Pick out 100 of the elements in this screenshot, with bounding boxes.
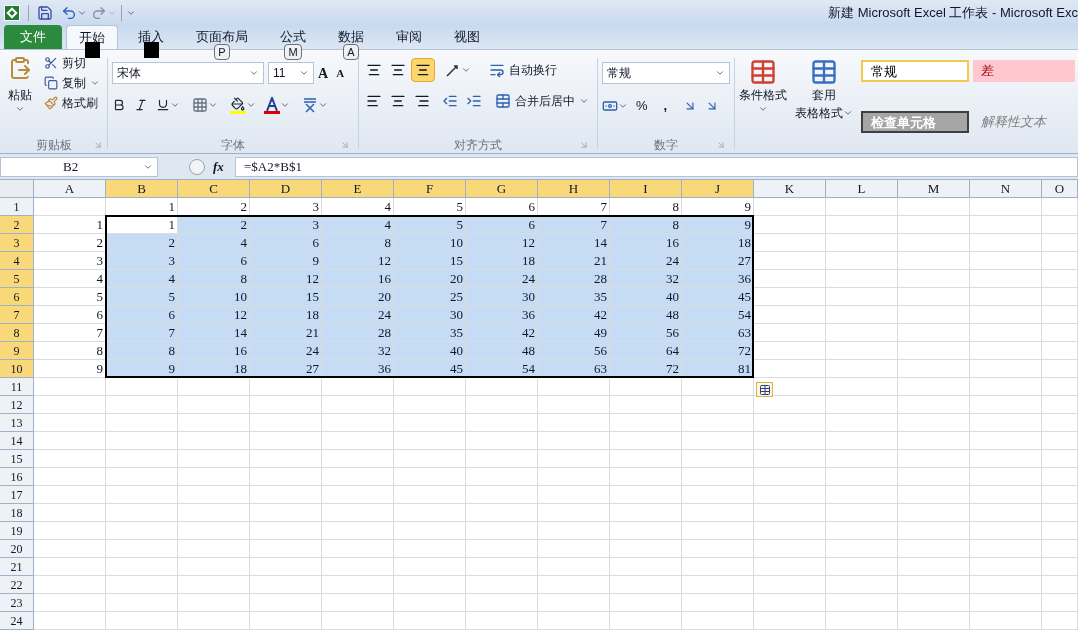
- copy-button[interactable]: 复制: [40, 74, 104, 92]
- ribbon-tab[interactable]: 审阅: [384, 25, 434, 49]
- row-header[interactable]: 22: [0, 576, 34, 594]
- splitter-handle[interactable]: [189, 158, 205, 175]
- row-header[interactable]: 5: [0, 270, 34, 288]
- table-cell: 12: [178, 306, 250, 324]
- cell-style-button[interactable]: 解释性文本: [973, 110, 1075, 133]
- column-header[interactable]: G: [466, 180, 538, 198]
- row-header[interactable]: 3: [0, 234, 34, 252]
- column-header[interactable]: I: [610, 180, 682, 198]
- cell-style-button[interactable]: 常规: [861, 60, 969, 82]
- borders-button[interactable]: [192, 97, 218, 113]
- wrap-text-button[interactable]: 自动换行: [485, 61, 561, 79]
- align-center-icon: [390, 93, 406, 109]
- key-tip[interactable]: M: [284, 44, 302, 60]
- number-format-field[interactable]: 常规: [602, 62, 730, 84]
- merge-center-button[interactable]: 合并后居中: [491, 92, 593, 110]
- bold-button[interactable]: [112, 98, 126, 112]
- comma-button[interactable]: ,: [663, 96, 668, 116]
- orientation-button[interactable]: [445, 62, 471, 78]
- insert-function-button[interactable]: fx: [213, 156, 235, 177]
- paste-options-button[interactable]: [756, 382, 773, 397]
- cell-style-button[interactable]: 差: [973, 60, 1075, 82]
- save-button[interactable]: [37, 4, 53, 21]
- row-header[interactable]: 2: [0, 216, 34, 234]
- table-cell: 32: [610, 270, 682, 288]
- row-header[interactable]: 11: [0, 378, 34, 396]
- column-header[interactable]: M: [898, 180, 970, 198]
- column-header[interactable]: O: [1042, 180, 1078, 198]
- font-color-button[interactable]: [264, 96, 290, 114]
- column-header[interactable]: H: [538, 180, 610, 198]
- undo-button[interactable]: [61, 4, 87, 21]
- row-header[interactable]: 14: [0, 432, 34, 450]
- font-size-field[interactable]: 11: [268, 62, 314, 84]
- column-header[interactable]: C: [178, 180, 250, 198]
- increase-indent-icon: [466, 93, 482, 109]
- row-header[interactable]: 17: [0, 486, 34, 504]
- shrink-font-button[interactable]: A: [336, 64, 345, 82]
- fill-color-button[interactable]: [230, 96, 256, 114]
- row-header[interactable]: 21: [0, 558, 34, 576]
- key-tip[interactable]: A: [343, 44, 359, 60]
- column-header[interactable]: N: [970, 180, 1042, 198]
- column-header[interactable]: D: [250, 180, 322, 198]
- row-header[interactable]: 9: [0, 342, 34, 360]
- formula-field[interactable]: =$A2*B$1: [235, 156, 1078, 177]
- table-cell: 16: [322, 270, 394, 288]
- column-header[interactable]: L: [826, 180, 898, 198]
- column-header[interactable]: B: [106, 180, 178, 198]
- table-cell: 14: [178, 324, 250, 342]
- table-cell: 21: [250, 324, 322, 342]
- format-painter-button[interactable]: 格式刷: [40, 94, 104, 112]
- row-header[interactable]: 8: [0, 324, 34, 342]
- row-header[interactable]: 15: [0, 450, 34, 468]
- underline-button[interactable]: [156, 98, 180, 112]
- row-header[interactable]: 23: [0, 594, 34, 612]
- column-header[interactable]: A: [34, 180, 106, 198]
- table-cell: 63: [682, 324, 754, 342]
- table-cell: 54: [682, 306, 754, 324]
- table-cell: 8: [178, 270, 250, 288]
- conditional-format-button[interactable]: 条件格式: [739, 58, 787, 114]
- phonetic-guide-icon: [302, 96, 318, 114]
- file-tab[interactable]: 文件: [4, 25, 62, 49]
- align-left-icon: [366, 93, 382, 109]
- paste-button[interactable]: 粘贴: [4, 54, 36, 114]
- table-cell: 49: [538, 324, 610, 342]
- table-cell: 3: [106, 252, 178, 270]
- window-title: 新建 Microsoft Excel 工作表 - Microsoft Exc: [828, 3, 1078, 22]
- row-header[interactable]: 24: [0, 612, 34, 630]
- row-header[interactable]: 12: [0, 396, 34, 414]
- cut-button[interactable]: 剪切: [40, 54, 104, 72]
- angled-text-icon: [445, 62, 461, 78]
- row-header[interactable]: 6: [0, 288, 34, 306]
- table-cell: 12: [322, 252, 394, 270]
- name-box[interactable]: B2: [0, 156, 158, 177]
- row-header[interactable]: 18: [0, 504, 34, 522]
- column-header[interactable]: E: [322, 180, 394, 198]
- table-cell: 4: [106, 270, 178, 288]
- format-as-table-button[interactable]: 套用 表格格式: [795, 58, 853, 122]
- row-header[interactable]: 13: [0, 414, 34, 432]
- row-header[interactable]: 4: [0, 252, 34, 270]
- row-header[interactable]: 16: [0, 468, 34, 486]
- table-cell: 36: [466, 306, 538, 324]
- row-header[interactable]: 1: [0, 198, 34, 216]
- column-header[interactable]: J: [682, 180, 754, 198]
- excel-logo-icon[interactable]: [4, 4, 20, 21]
- grow-font-button[interactable]: A: [318, 62, 329, 84]
- font-name-field[interactable]: 宋体: [112, 62, 264, 84]
- row-header[interactable]: 7: [0, 306, 34, 324]
- phonetic-button[interactable]: [302, 96, 328, 114]
- percent-button[interactable]: %: [636, 96, 648, 116]
- row-header[interactable]: 10: [0, 360, 34, 378]
- bottom-align-button[interactable]: [411, 58, 435, 82]
- table-cell: 5: [106, 288, 178, 306]
- italic-button[interactable]: [134, 98, 148, 112]
- column-header[interactable]: K: [754, 180, 826, 198]
- row-header[interactable]: 20: [0, 540, 34, 558]
- row-header[interactable]: 19: [0, 522, 34, 540]
- column-header[interactable]: F: [394, 180, 466, 198]
- key-tip[interactable]: P: [214, 44, 230, 60]
- ribbon-tab[interactable]: 视图: [442, 25, 492, 49]
